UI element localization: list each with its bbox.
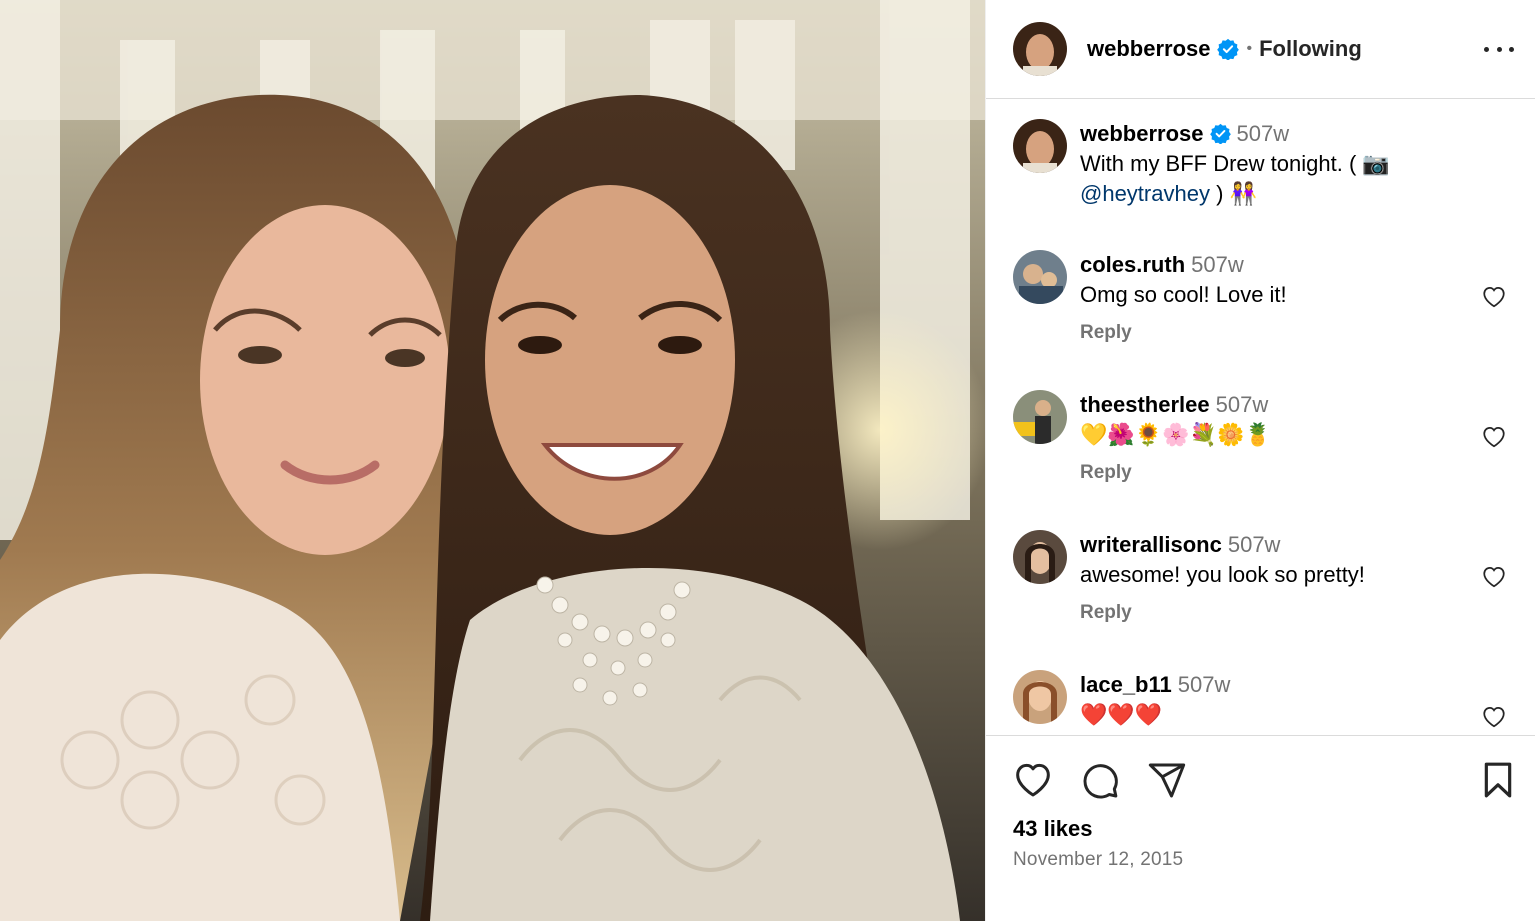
verified-badge-icon — [1216, 38, 1239, 60]
verified-badge-icon — [1209, 123, 1231, 144]
comment-avatar[interactable] — [1013, 530, 1067, 584]
likes-count[interactable]: 43 likes — [1013, 816, 1093, 842]
more-options-icon[interactable] — [1484, 36, 1514, 62]
comment-avatar[interactable] — [1013, 390, 1067, 444]
caption-text: With my BFF Drew tonight. ( 📷 @heytravhe… — [1080, 149, 1520, 209]
author-username[interactable]: webberrose — [1087, 36, 1211, 62]
caption-username[interactable]: webberrose — [1080, 121, 1204, 146]
comment-row: writerallisonc 507w awesome! you look so … — [1013, 530, 1523, 640]
caption-avatar[interactable] — [1013, 119, 1067, 173]
caption-mention[interactable]: @heytravhey — [1080, 181, 1210, 206]
reply-button[interactable]: Reply — [1080, 602, 1480, 624]
heart-icon[interactable] — [1481, 704, 1507, 728]
comment-row: lace_b11 507w ❤️❤️❤️ — [1013, 670, 1523, 735]
comment-row: coles.ruth 507w Omg so cool! Love it! Rep… — [1013, 250, 1523, 360]
comment-avatar[interactable] — [1013, 250, 1067, 304]
instagram-post: webberrose • Following webberrose 507w W… — [0, 0, 1535, 921]
share-icon[interactable] — [1147, 760, 1187, 800]
post-side-panel: webberrose • Following webberrose 507w W… — [985, 0, 1535, 921]
post-photo-illustration — [0, 0, 985, 921]
post-photo[interactable] — [0, 0, 985, 921]
comment-time[interactable]: 507w — [1191, 252, 1244, 277]
author-avatar[interactable] — [1013, 22, 1067, 76]
comment-text: Omg so cool! Love it! — [1080, 282, 1287, 307]
comment-icon[interactable] — [1080, 760, 1120, 800]
caption-text-prefix: With my BFF Drew tonight. ( 📷 — [1080, 151, 1390, 176]
comment-username[interactable]: lace_b11 — [1080, 672, 1172, 697]
following-button[interactable]: Following — [1259, 36, 1362, 62]
reply-button[interactable]: Reply — [1080, 462, 1480, 484]
comment-time[interactable]: 507w — [1216, 392, 1269, 417]
caption-text-suffix: ) 👭 — [1216, 181, 1257, 206]
caption-time[interactable]: 507w — [1237, 121, 1290, 146]
comment-time[interactable]: 507w — [1178, 672, 1231, 697]
header-separator: • — [1246, 40, 1253, 57]
heart-icon[interactable] — [1481, 424, 1507, 448]
post-header: webberrose • Following — [986, 0, 1535, 99]
heart-icon[interactable] — [1481, 564, 1507, 588]
comment-text: awesome! you look so pretty! — [1080, 562, 1365, 587]
comment-text: 💛🌺🌻🌸💐🌼🍍 — [1080, 422, 1272, 447]
bookmark-icon[interactable] — [1478, 760, 1518, 800]
comment-text: ❤️❤️❤️ — [1080, 702, 1163, 727]
comment-username[interactable]: theestherlee — [1080, 392, 1210, 417]
heart-icon[interactable] — [1481, 284, 1507, 308]
comment-username[interactable]: writerallisonc — [1080, 532, 1222, 557]
reply-button[interactable]: Reply — [1080, 322, 1480, 344]
comment-row: theestherlee 507w 💛🌺🌻🌸💐🌼🍍 Reply — [1013, 390, 1523, 500]
heart-icon[interactable] — [1013, 760, 1053, 800]
comment-time[interactable]: 507w — [1228, 532, 1281, 557]
post-actions: 43 likes November 12, 2015 — [986, 735, 1535, 921]
comment-avatar[interactable] — [1013, 670, 1067, 724]
comments-list[interactable]: webberrose 507w With my BFF Drew tonight… — [986, 100, 1535, 735]
post-date[interactable]: November 12, 2015 — [1013, 849, 1183, 871]
comment-username[interactable]: coles.ruth — [1080, 252, 1185, 277]
